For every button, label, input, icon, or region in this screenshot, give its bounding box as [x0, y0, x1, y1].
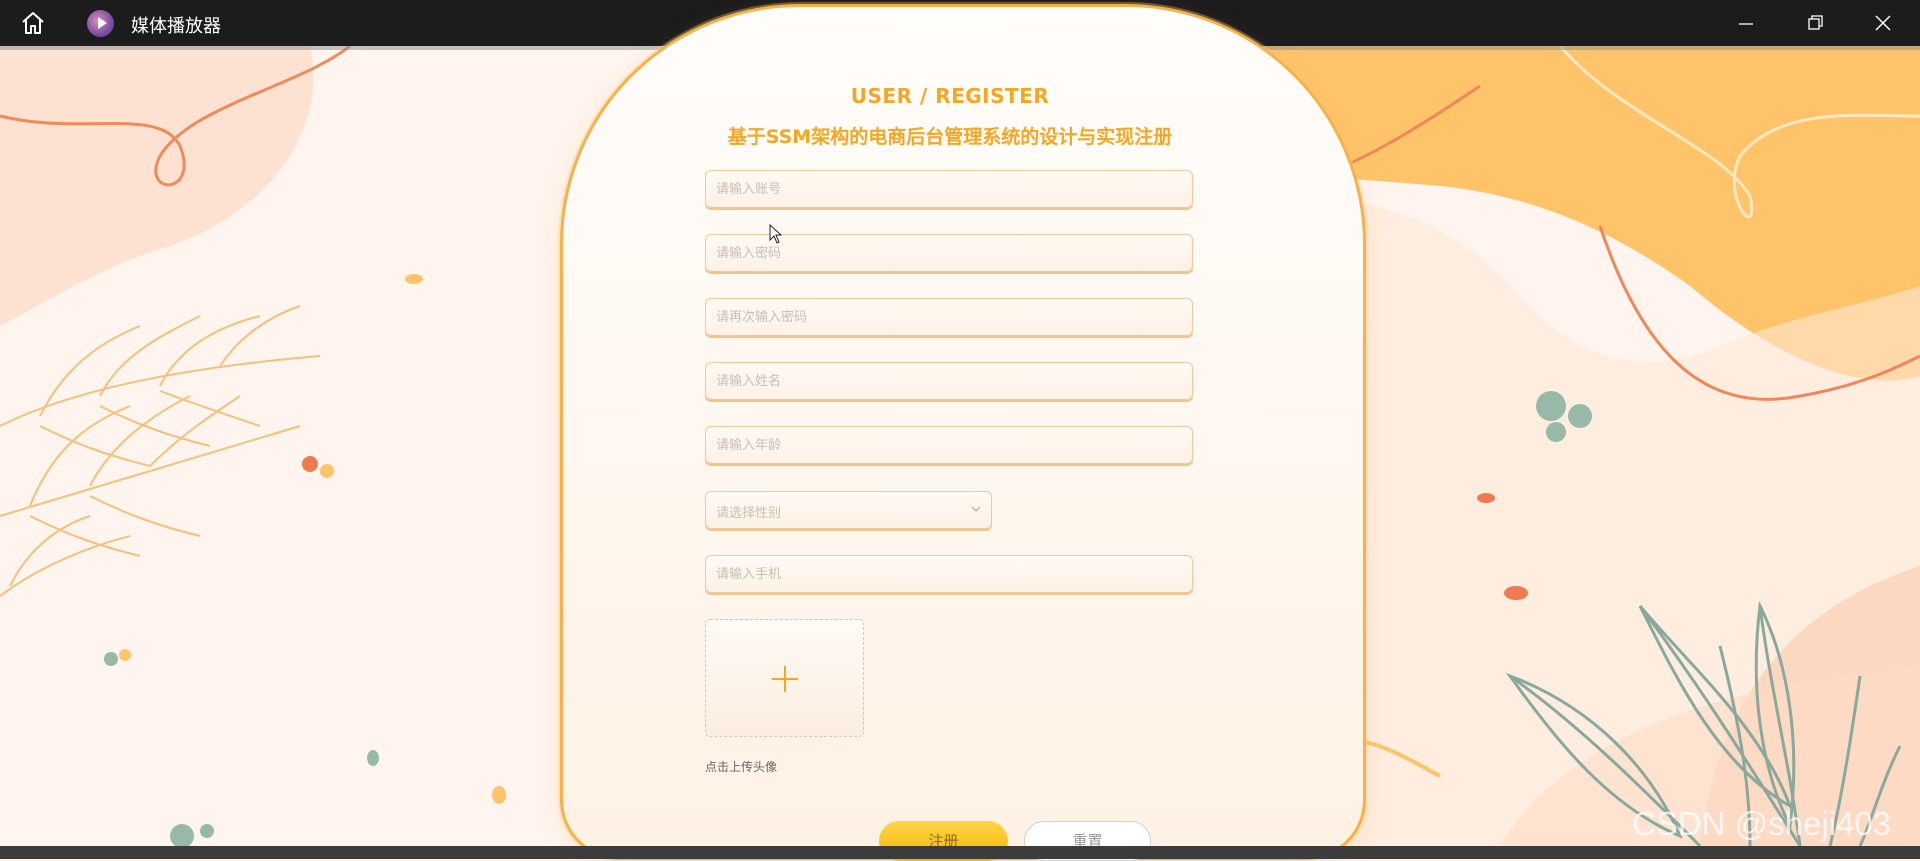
register-title-en: USER / REGISTER — [850, 84, 1050, 108]
restore-icon[interactable] — [1800, 8, 1830, 38]
gender-select-placeholder: 请选择性别 — [716, 506, 782, 521]
age-input[interactable] — [705, 426, 1193, 464]
password-confirm-input[interactable] — [705, 298, 1193, 336]
plus-icon — [772, 666, 798, 692]
register-title-cn: 基于SSM架构的电商后台管理系统的设计与实现注册 — [727, 126, 1173, 148]
watermark: CSDN @sheji403 — [1632, 805, 1892, 842]
phone-input[interactable] — [705, 555, 1193, 593]
home-icon[interactable] — [20, 10, 46, 36]
avatar-upload-label: 点击上传头像 — [705, 760, 778, 774]
minimize-icon[interactable] — [1731, 8, 1761, 38]
mouse-cursor-icon — [769, 224, 783, 244]
name-input[interactable] — [705, 362, 1193, 400]
close-icon[interactable] — [1868, 8, 1898, 38]
media-player-icon — [87, 10, 114, 37]
account-input[interactable] — [705, 170, 1193, 208]
avatar-upload[interactable] — [705, 619, 864, 737]
bottom-strip — [0, 846, 1920, 859]
gender-select[interactable]: 请选择性别 — [705, 491, 992, 529]
window-title: 媒体播放器 — [131, 16, 221, 37]
chevron-down-icon — [971, 506, 981, 512]
